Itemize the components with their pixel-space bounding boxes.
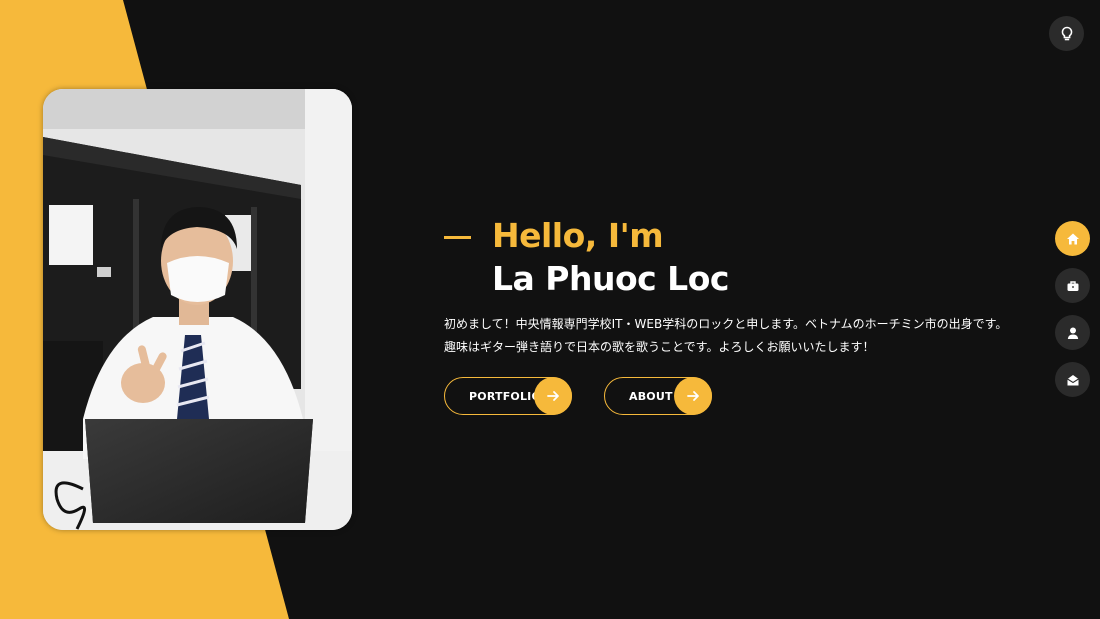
portfolio-button-label: PORTFOLIO (469, 389, 542, 403)
user-icon (1067, 327, 1078, 339)
home-icon (1066, 233, 1079, 244)
profile-photo (43, 89, 352, 530)
hero-greeting: Hello, I'm (492, 216, 664, 255)
arrow-right-icon (534, 377, 572, 415)
nav-portfolio-button[interactable] (1055, 268, 1090, 303)
about-button[interactable]: ABOUT (604, 377, 712, 415)
portfolio-button[interactable]: PORTFOLIO (444, 377, 572, 415)
arrow-right-icon (674, 377, 712, 415)
briefcase-icon (1067, 280, 1078, 291)
about-button-label: ABOUT (629, 389, 673, 403)
envelope-open-icon (1066, 374, 1079, 385)
hero-name: La Phuoc Loc (492, 259, 729, 298)
accent-dash (444, 236, 471, 239)
hero-intro: 初めまして！中央情報専門学校IT・WEB学科のロックと申します。ベトナムのホーチ… (444, 317, 1008, 354)
nav-about-button[interactable] (1055, 315, 1090, 350)
side-navigation (1055, 221, 1090, 409)
lightbulb-icon (1061, 26, 1072, 40)
nav-contact-button[interactable] (1055, 362, 1090, 397)
nav-home-button[interactable] (1055, 221, 1090, 256)
theme-toggle-button[interactable] (1049, 16, 1084, 51)
